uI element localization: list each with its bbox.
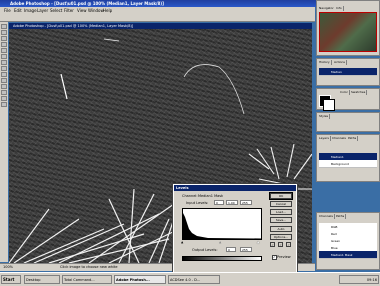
tab-paths-2[interactable]: Paths xyxy=(335,214,347,219)
channel-label: Channel: xyxy=(182,194,198,198)
zoom-tool-icon[interactable] xyxy=(1,102,7,107)
ok-button[interactable]: OK xyxy=(269,192,293,200)
marquee-tool-icon[interactable] xyxy=(1,24,7,29)
menu-select[interactable]: Select xyxy=(50,8,62,13)
status-hint: Click image to choose new white xyxy=(60,265,118,269)
menu-window[interactable]: Window xyxy=(88,8,104,13)
input-black-field[interactable]: 0 xyxy=(214,200,224,205)
hand-tool-icon[interactable] xyxy=(1,96,7,101)
eraser-tool-icon[interactable] xyxy=(1,66,7,71)
color-palette: Color Swatches xyxy=(316,88,380,111)
dodge-tool-icon[interactable] xyxy=(1,78,7,83)
tab-swatches[interactable]: Swatches xyxy=(350,90,368,95)
taskbar-item-total-commander[interactable]: Total Command... xyxy=(62,275,112,284)
tab-info[interactable]: Info xyxy=(335,6,344,11)
black-point-slider-icon[interactable]: ▲ xyxy=(181,240,183,244)
channel-row[interactable]: Median1 Mask xyxy=(319,251,377,259)
output-levels-label: Output Levels: xyxy=(192,248,218,252)
background-color-swatch[interactable] xyxy=(323,99,335,111)
tab-navigator[interactable]: Navigator xyxy=(318,6,336,11)
document-title-small: Adobe Photoshop - [Dust\u01.psd @ 100% (… xyxy=(13,24,134,28)
save-button[interactable]: Save... xyxy=(270,217,292,223)
menu-file[interactable]: File xyxy=(4,8,11,13)
menu-image[interactable]: Image xyxy=(24,8,37,13)
pen-tool-icon[interactable] xyxy=(1,84,7,89)
layers-palette: Layers Channels Paths Median1 Background xyxy=(316,134,380,182)
type-tool-icon[interactable] xyxy=(1,90,7,95)
menu-filter[interactable]: Filter xyxy=(64,8,74,13)
move-tool-icon[interactable] xyxy=(1,30,7,35)
menu-layer[interactable]: Layer xyxy=(37,8,48,13)
history-palette: History Actions Median xyxy=(316,58,380,86)
taskbar: Start Desktop Total Command... Adobe Pho… xyxy=(0,272,380,286)
tab-layers[interactable]: Layers xyxy=(318,136,331,141)
output-black-field[interactable]: 0 xyxy=(226,247,236,252)
layer-row[interactable]: Background xyxy=(319,160,377,168)
taskbar-item-desktop[interactable]: Desktop xyxy=(24,275,60,284)
magic-wand-tool-icon[interactable] xyxy=(1,42,7,47)
gamma-slider-icon[interactable]: ▲ xyxy=(219,240,221,244)
start-button[interactable]: Start xyxy=(1,275,21,284)
navigator-palette: Navigator Info xyxy=(316,0,380,56)
black-eyedropper-icon[interactable]: ⁄ xyxy=(270,242,275,247)
tab-history[interactable]: History xyxy=(318,60,332,65)
tab-channels[interactable]: Channels xyxy=(331,136,348,141)
load-button[interactable]: Load... xyxy=(270,209,292,215)
navigator-thumbnail[interactable] xyxy=(319,12,377,52)
lasso-tool-icon[interactable] xyxy=(1,36,7,41)
menu-bar: File Edit Image Layer Select Filter View… xyxy=(0,7,315,14)
levels-titlebar: Levels xyxy=(174,185,296,191)
crop-tool-icon[interactable] xyxy=(1,48,7,53)
gradient-tool-icon[interactable] xyxy=(1,72,7,77)
histogram xyxy=(182,208,262,240)
white-eyedropper-icon[interactable]: ⁄ xyxy=(286,242,291,247)
stamp-tool-icon[interactable] xyxy=(1,60,7,65)
styles-palette: Styles xyxy=(316,112,380,132)
document-titlebar: Adobe Photoshop - [Dust\u01.psd @ 100% (… xyxy=(9,23,312,29)
cancel-button[interactable]: Cancel xyxy=(270,201,292,207)
tab-actions[interactable]: Actions xyxy=(333,60,347,65)
history-item[interactable]: Median xyxy=(319,68,377,76)
input-gamma-field[interactable]: 1.00 xyxy=(226,200,238,205)
gray-eyedropper-icon[interactable]: ⁄ xyxy=(278,242,283,247)
menu-edit[interactable]: Edit xyxy=(14,8,22,13)
tab-styles[interactable]: Styles xyxy=(318,114,331,119)
input-white-field[interactable]: 255 xyxy=(240,200,252,205)
tab-color[interactable]: Color xyxy=(339,90,350,95)
status-zoom[interactable]: 100% xyxy=(3,265,13,269)
options-bar xyxy=(0,14,315,22)
histogram-graph xyxy=(183,213,261,239)
channel-select[interactable]: Median1 Mask xyxy=(198,194,223,198)
input-sliders[interactable]: ▲ ▲ ▲ xyxy=(181,240,260,244)
tab-paths[interactable]: Paths xyxy=(347,136,359,141)
white-point-slider-icon[interactable]: ▲ xyxy=(257,240,259,244)
menu-view[interactable]: View xyxy=(77,8,87,13)
taskbar-item-acdsee[interactable]: ACDSee 4.0 - D... xyxy=(168,275,220,284)
brush-tool-icon[interactable] xyxy=(1,54,7,59)
menu-help[interactable]: Help xyxy=(103,8,112,13)
system-tray-clock[interactable]: 09:16 xyxy=(339,275,379,284)
document-title: Adobe Photoshop - [Dust\u01.psd @ 100% (… xyxy=(10,1,164,6)
output-gradient xyxy=(182,256,262,261)
input-levels-label: Input Levels: xyxy=(186,201,209,205)
tab-channels-2[interactable]: Channels xyxy=(318,214,335,219)
output-white-field[interactable]: 255 xyxy=(240,247,252,252)
options-button[interactable]: Options... xyxy=(270,234,292,240)
levels-dialog: Levels Channel: Median1 Mask Input Level… xyxy=(172,183,298,275)
channels-palette: Channels Paths RGB Red Green Blue Median… xyxy=(316,212,380,270)
auto-button[interactable]: Auto xyxy=(270,226,292,232)
taskbar-item-photoshop[interactable]: Adobe Photosh... xyxy=(114,275,166,284)
toolbox xyxy=(0,22,8,262)
preview-label: Preview xyxy=(277,255,291,259)
